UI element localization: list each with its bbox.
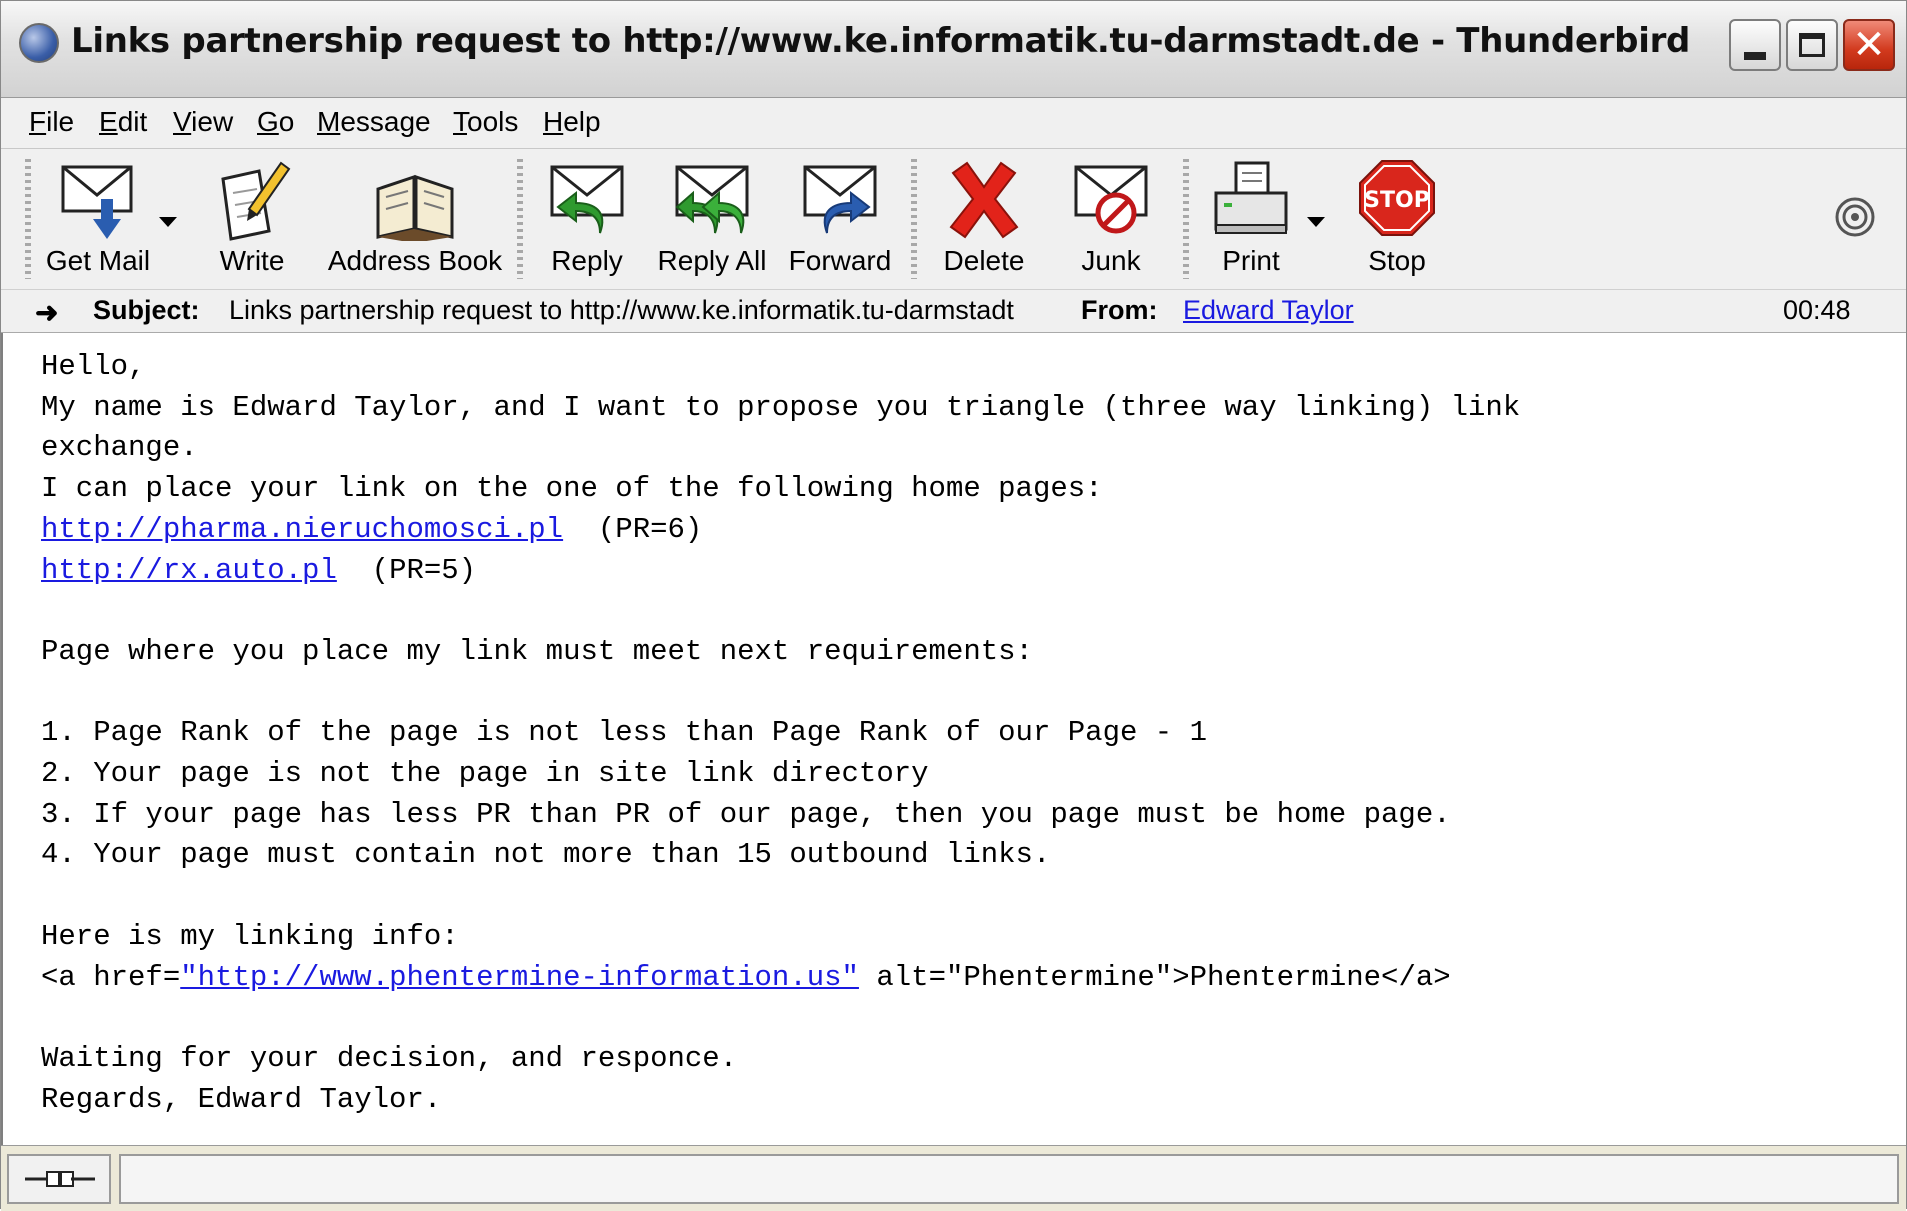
- get-mail-icon: [61, 165, 133, 239]
- reply-all-label: Reply All: [657, 245, 767, 276]
- menu-edit[interactable]: Edit: [99, 102, 147, 142]
- stop-sign-icon: STOP: [1359, 160, 1435, 236]
- online-plug-icon: [25, 1171, 95, 1187]
- forward-icon: [803, 165, 877, 234]
- expand-header-arrow-icon[interactable]: ➜: [35, 296, 58, 329]
- reply-all-icon: [675, 165, 749, 234]
- get-mail-label: Get Mail: [45, 245, 151, 276]
- delete-icon: [949, 161, 1019, 239]
- message-header: ➜ Subject: Links partnership request to …: [1, 290, 1906, 333]
- write-icon: [221, 161, 291, 241]
- body-line: 2. Your page is not the page in site lin…: [41, 757, 929, 791]
- reply-button[interactable]: Reply: [541, 155, 633, 283]
- stop-sign-text: STOP: [1364, 188, 1430, 213]
- maximize-button[interactable]: [1786, 19, 1838, 71]
- reply-all-button[interactable]: Reply All: [655, 155, 769, 283]
- thunderbird-window: Links partnership request to http://www.…: [0, 0, 1907, 1211]
- thunderbird-globe-icon[interactable]: [19, 23, 59, 63]
- reply-label: Reply: [551, 245, 623, 276]
- print-button[interactable]: Print: [1201, 155, 1301, 283]
- menu-bar: File Edit View Go Message Tools Help: [1, 98, 1906, 149]
- delete-label: Delete: [943, 245, 1025, 276]
- body-line: 1. Page Rank of the page is not less tha…: [41, 716, 1207, 750]
- activity-throbber-icon: [1835, 197, 1875, 237]
- message-body[interactable]: Hello, My name is Edward Taylor, and I w…: [1, 333, 1906, 1145]
- rx-auto-link[interactable]: http://rx.auto.pl: [41, 554, 337, 587]
- body-line: 3. If your page has less PR than PR of o…: [41, 797, 1451, 831]
- body-line: Here is my linking info:: [41, 919, 459, 953]
- message-text: Hello, My name is Edward Taylor, and I w…: [41, 347, 1520, 1120]
- minimize-icon: [1744, 52, 1766, 60]
- stop-button[interactable]: STOP Stop: [1351, 155, 1443, 283]
- address-book-icon: [376, 174, 454, 241]
- toolbar-grip[interactable]: [25, 159, 31, 279]
- from-label: From:: [1081, 295, 1158, 325]
- body-line: Page where you place my link must meet n…: [41, 634, 1033, 668]
- body-line: (PR=5): [336, 553, 477, 587]
- pharma-link[interactable]: http://pharma.nieruchomosci.pl: [41, 513, 563, 546]
- junk-icon: [1074, 165, 1148, 234]
- address-book-button[interactable]: Address Book: [327, 155, 503, 283]
- body-line: 4. Your page must contain not more than …: [41, 838, 1051, 872]
- menu-go[interactable]: Go: [257, 102, 294, 142]
- close-button[interactable]: ✕: [1843, 19, 1895, 71]
- print-label: Print: [1222, 245, 1280, 276]
- junk-button[interactable]: Junk: [1065, 155, 1157, 283]
- mail-toolbar: Get Mail Write Address Book Reply Reply …: [1, 149, 1906, 290]
- menu-file[interactable]: File: [29, 102, 74, 142]
- print-dropdown[interactable]: [1307, 217, 1325, 227]
- menu-view[interactable]: View: [173, 102, 233, 142]
- menu-tools[interactable]: Tools: [453, 102, 518, 142]
- subject-label: Subject:: [93, 295, 200, 325]
- online-status-button[interactable]: [7, 1154, 111, 1204]
- body-line: I can place your link on the one of the …: [41, 472, 1103, 506]
- close-icon: ✕: [1852, 22, 1886, 68]
- reply-icon: [550, 165, 624, 234]
- print-icon: [1214, 161, 1288, 234]
- body-line: <a href=: [41, 960, 181, 994]
- address-book-label: Address Book: [327, 245, 503, 276]
- body-line: alt="Phentermine">Phentermine</a>: [858, 960, 1451, 994]
- toolbar-grip[interactable]: [1183, 159, 1189, 279]
- stop-label: Stop: [1368, 245, 1426, 276]
- write-button[interactable]: Write: [207, 155, 297, 283]
- body-line: Waiting for your decision, and responce.: [41, 1041, 738, 1075]
- toolbar-grip[interactable]: [911, 159, 917, 279]
- body-line: Hello,: [41, 350, 146, 383]
- body-line: Regards, Edward Taylor.: [41, 1082, 442, 1116]
- status-bar: [1, 1145, 1906, 1211]
- body-line: exchange.: [41, 431, 198, 465]
- message-time: 00:48: [1783, 295, 1851, 325]
- body-line: My name is Edward Taylor, and I want to …: [41, 390, 1521, 424]
- forward-button[interactable]: Forward: [785, 155, 895, 283]
- forward-label: Forward: [788, 245, 892, 276]
- junk-label: Junk: [1081, 245, 1141, 276]
- phentermine-link[interactable]: "http://www.phentermine-information.us": [180, 961, 859, 994]
- subject-value: Links partnership request to http://www.…: [229, 295, 1014, 325]
- menu-message[interactable]: Message: [317, 102, 431, 142]
- delete-button[interactable]: Delete: [931, 155, 1037, 283]
- toolbar-grip[interactable]: [517, 159, 523, 279]
- status-text-panel: [119, 1154, 1899, 1204]
- get-mail-dropdown[interactable]: [159, 217, 177, 227]
- body-line: (PR=6): [563, 512, 703, 546]
- title-bar[interactable]: Links partnership request to http://www.…: [1, 1, 1906, 98]
- get-mail-button[interactable]: Get Mail: [39, 155, 157, 283]
- from-sender-link[interactable]: Edward Taylor: [1183, 295, 1354, 326]
- menu-help[interactable]: Help: [543, 102, 601, 142]
- minimize-button[interactable]: [1729, 19, 1781, 71]
- write-label: Write: [219, 245, 285, 276]
- window-title: Links partnership request to http://www.…: [71, 21, 1691, 61]
- maximize-icon: [1799, 33, 1825, 57]
